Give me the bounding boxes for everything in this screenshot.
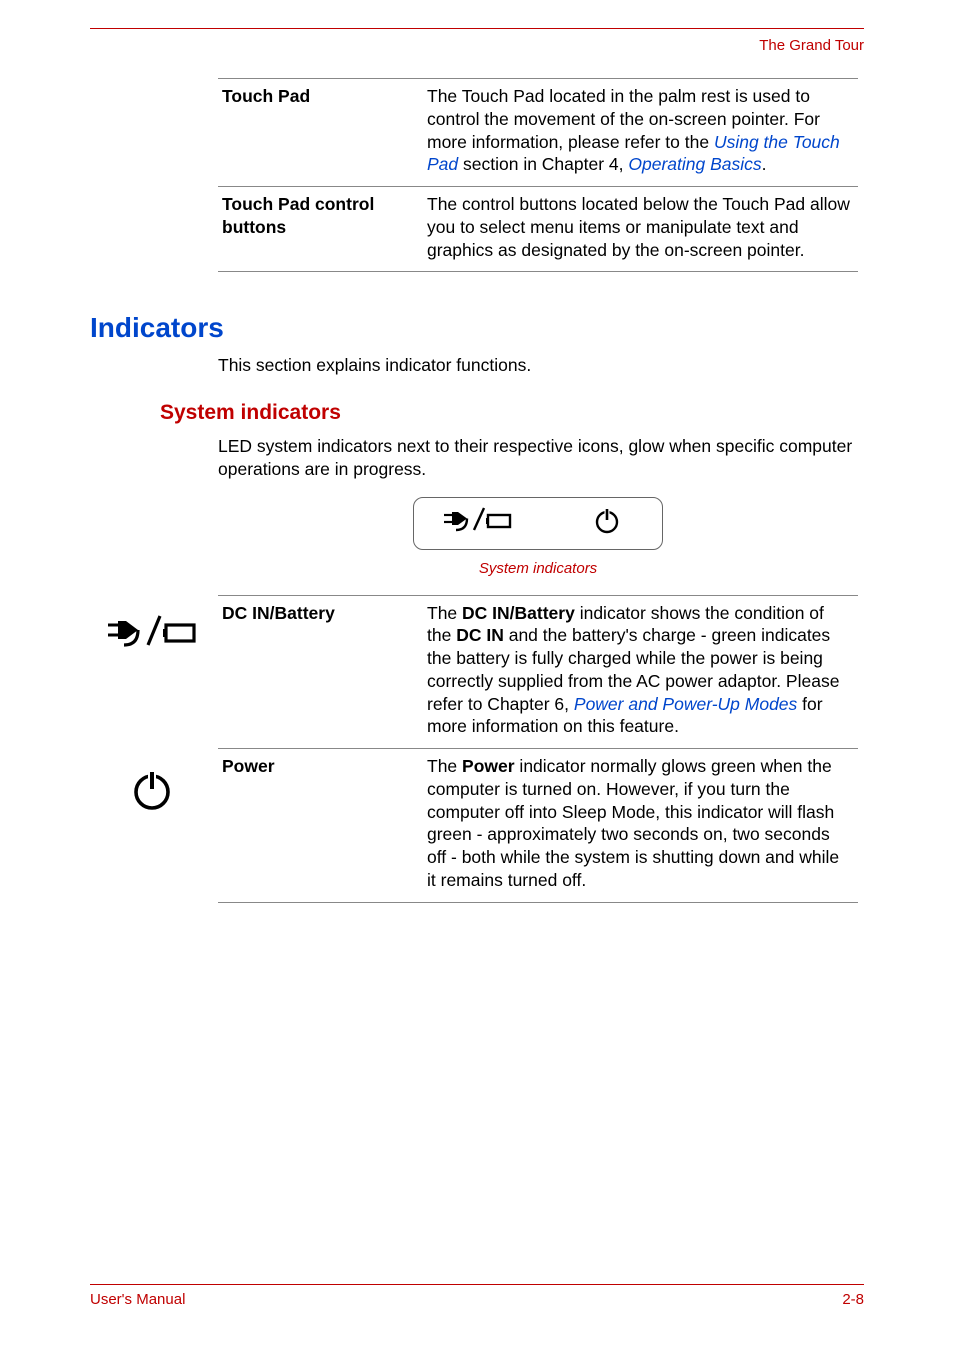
section-heading-indicators: Indicators — [90, 312, 864, 344]
subheading-system-indicators: System indicators — [160, 401, 864, 425]
system-indicators-figure — [413, 497, 664, 550]
touchpad-label: Touch Pad — [218, 79, 423, 187]
touchpad-desc: The Touch Pad located in the palm rest i… — [423, 79, 858, 187]
power-label: Power — [218, 749, 423, 903]
page-footer: User's Manual 2-8 — [90, 1284, 864, 1308]
indicators-intro: This section explains indicator function… — [218, 354, 858, 377]
dc-in-battery-icon — [442, 506, 514, 541]
dc-in-battery-label: DC IN/Battery — [218, 595, 423, 749]
touchpad-buttons-desc: The control buttons located below the To… — [423, 187, 858, 272]
indicators-table: DC IN/Battery The DC IN/Battery indicato… — [90, 595, 858, 903]
running-head: The Grand Tour — [90, 37, 864, 54]
system-indicators-intro: LED system indicators next to their resp… — [218, 435, 858, 481]
footer-page-number: 2-8 — [842, 1291, 864, 1308]
touchpad-definitions-table: Touch Pad The Touch Pad located in the p… — [218, 78, 858, 272]
power-desc: The Power indicator normally glows green… — [423, 749, 858, 903]
power-icon — [592, 506, 622, 541]
power-icon — [90, 749, 218, 903]
link-operating-basics[interactable]: Operating Basics — [628, 154, 761, 174]
dc-in-battery-icon — [90, 595, 218, 749]
figure-caption: System indicators — [218, 560, 858, 577]
touchpad-buttons-label: Touch Pad control buttons — [218, 187, 423, 272]
link-power-modes[interactable]: Power and Power-Up Modes — [574, 694, 797, 714]
dc-in-battery-desc: The DC IN/Battery indicator shows the co… — [423, 595, 858, 749]
footer-left: User's Manual — [90, 1291, 185, 1308]
